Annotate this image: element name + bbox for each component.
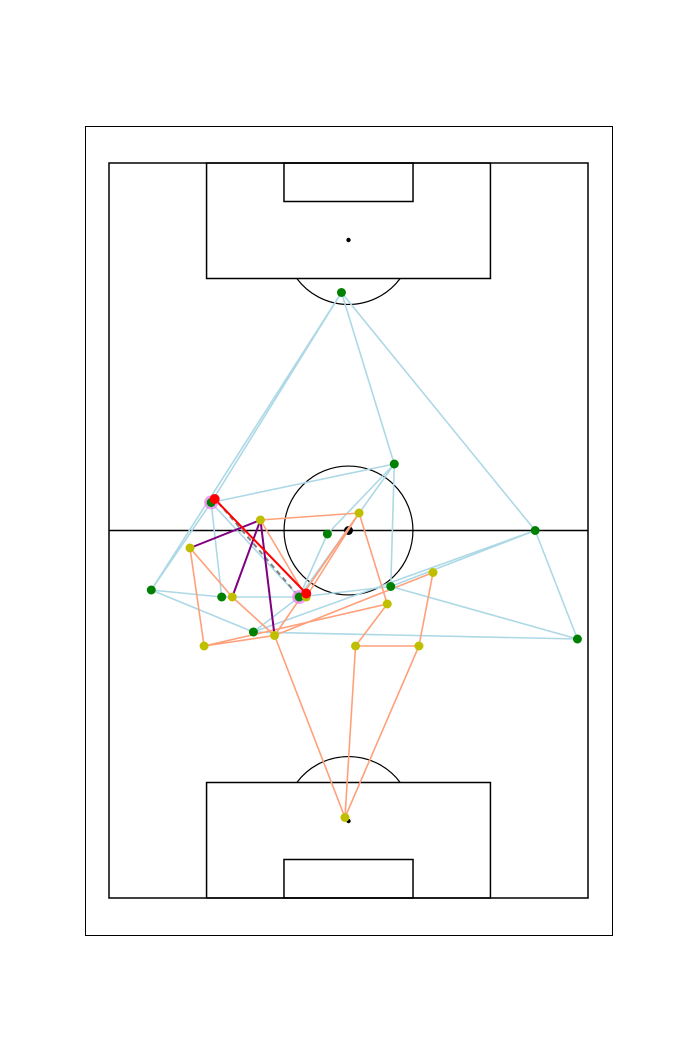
series-2-edge-y6-y8 bbox=[274, 571, 434, 637]
bottom-goal-area bbox=[283, 858, 414, 899]
top-penalty-area bbox=[205, 162, 492, 280]
series-1-node-g1 bbox=[336, 288, 346, 297]
series-2-node-y12 bbox=[340, 813, 350, 822]
edges-layer bbox=[150, 291, 579, 818]
series-2-node-y3 bbox=[185, 543, 195, 553]
series-1-node-g10 bbox=[248, 627, 258, 637]
series-1-node-g5 bbox=[530, 526, 540, 535]
ball-point-2 bbox=[301, 588, 312, 599]
series-2-edge-y11-y12 bbox=[344, 645, 420, 818]
series-2-node-y9 bbox=[199, 641, 209, 651]
series-2-edge-y8-y12 bbox=[273, 635, 346, 818]
series-2-edge-y10-y12 bbox=[344, 645, 357, 818]
series-2-node-y8 bbox=[270, 631, 280, 640]
series-1-node-g6 bbox=[146, 585, 156, 595]
series-1-node-g4 bbox=[322, 529, 332, 539]
series-1-edge-g8-g10 bbox=[252, 596, 300, 633]
top-penalty-spot bbox=[346, 237, 351, 243]
series-1-edge-g1-g6 bbox=[150, 292, 343, 591]
top-goal-area bbox=[283, 162, 414, 203]
series-1-node-g11 bbox=[572, 634, 582, 644]
series-1-edge-g10-g11 bbox=[253, 631, 578, 640]
series-2-node-y1 bbox=[354, 508, 364, 518]
series-1-node-g9 bbox=[386, 582, 396, 591]
series-1-edge-g2-g4 bbox=[326, 463, 395, 535]
series-2-node-y11 bbox=[414, 641, 424, 651]
series-1-edge-g3-g6 bbox=[150, 502, 212, 591]
series-1-edge-g1-g5 bbox=[340, 291, 536, 532]
series-2-node-y4 bbox=[227, 592, 237, 602]
bottom-penalty-area bbox=[205, 781, 492, 899]
series-1-node-g2 bbox=[389, 459, 399, 469]
ball-path-edge-1 bbox=[213, 498, 307, 595]
series-2-node-y10 bbox=[351, 641, 361, 651]
series-1-node-g7 bbox=[217, 592, 227, 602]
ball-point-1 bbox=[209, 494, 220, 504]
series-1-edge-g9-g11 bbox=[390, 585, 578, 640]
series-2-node-y6 bbox=[428, 568, 438, 577]
series-2-node-y2 bbox=[255, 515, 265, 525]
series-2-edge-y8-y9 bbox=[203, 634, 275, 647]
series-1-edge-g2-g3 bbox=[210, 463, 395, 504]
series-2-node-y7 bbox=[382, 599, 392, 609]
series-1-edge-g5-g11 bbox=[534, 530, 579, 640]
series-1-edge-g1-g2 bbox=[340, 292, 396, 465]
highlight-edge-y2-y8 bbox=[259, 519, 276, 636]
pitch-network-chart bbox=[85, 126, 613, 936]
